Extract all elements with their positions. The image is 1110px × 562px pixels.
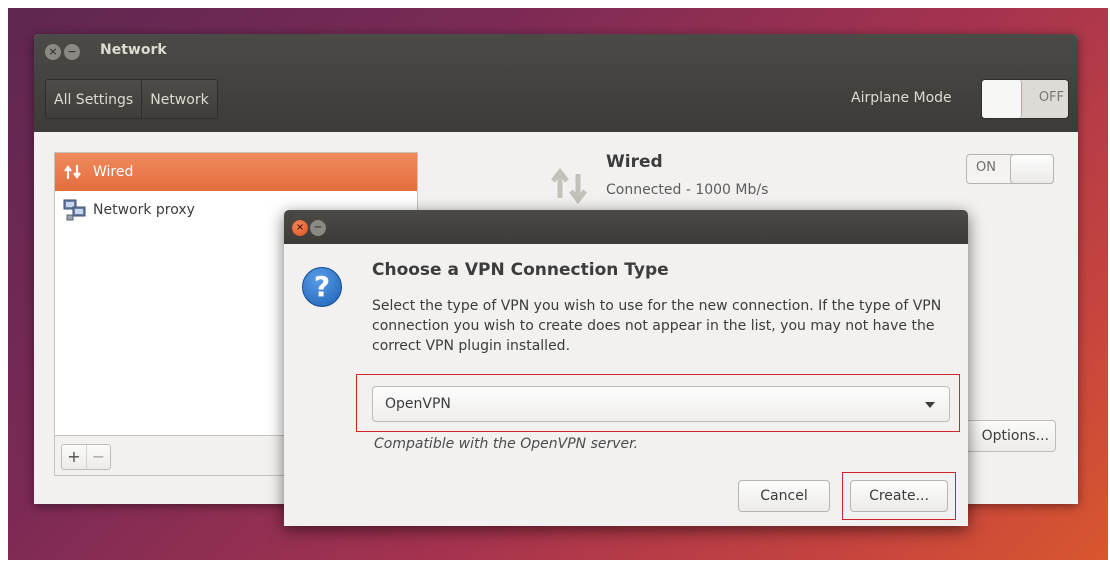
remove-connection-button[interactable]: −: [85, 445, 110, 469]
connection-label: Wired: [93, 164, 134, 180]
dialog-description: Select the type of VPN you wish to use f…: [372, 298, 942, 354]
toggle-knob[interactable]: [982, 80, 1022, 118]
airplane-mode-label: Airplane Mode: [851, 90, 952, 106]
cancel-button[interactable]: Cancel: [738, 480, 830, 512]
chevron-down-icon: [925, 402, 935, 408]
add-connection-button[interactable]: +: [62, 445, 86, 469]
toggle-knob[interactable]: [1010, 154, 1054, 184]
question-icon: ?: [302, 267, 342, 307]
window-title: Network: [100, 42, 167, 58]
breadcrumb-all-settings[interactable]: All Settings: [46, 80, 143, 118]
connection-item-wired[interactable]: Wired: [55, 153, 417, 191]
vpn-type-hint: Compatible with the OpenVPN server.: [374, 436, 639, 452]
close-icon[interactable]: ×: [292, 220, 308, 236]
wired-toggle[interactable]: ON: [966, 154, 1054, 184]
wired-status-icon: [546, 162, 594, 214]
wired-toggle-state: ON: [976, 160, 996, 175]
dialog-heading: Choose a VPN Connection Type: [372, 260, 669, 280]
breadcrumb: All Settings Network: [45, 79, 218, 119]
breadcrumb-network[interactable]: Network: [142, 80, 216, 118]
connection-label: Network proxy: [93, 202, 195, 218]
options-button[interactable]: Options...: [964, 420, 1056, 452]
create-button[interactable]: Create...: [850, 480, 948, 512]
connection-status: Connected - 1000 Mb/s: [606, 182, 769, 198]
window-titlebar: × − Network All Settings Network Airplan…: [34, 34, 1078, 132]
close-icon[interactable]: ×: [45, 44, 61, 60]
desktop-background: × − Network All Settings Network Airplan…: [8, 8, 1108, 560]
minimize-icon[interactable]: −: [310, 220, 326, 236]
network-proxy-icon: [63, 198, 87, 222]
dialog-titlebar: × −: [284, 210, 968, 244]
vpn-type-select[interactable]: OpenVPN: [372, 386, 950, 422]
vpn-type-dialog: × − ? Choose a VPN Connection Type Selec…: [284, 210, 968, 526]
wired-arrows-icon: [63, 160, 87, 184]
connection-title: Wired: [606, 152, 663, 172]
minimize-icon[interactable]: −: [64, 44, 80, 60]
add-remove-group: + −: [61, 444, 111, 470]
airplane-mode-state: OFF: [1038, 90, 1064, 105]
vpn-type-value: OpenVPN: [385, 396, 451, 412]
airplane-mode-toggle[interactable]: OFF: [981, 79, 1069, 119]
